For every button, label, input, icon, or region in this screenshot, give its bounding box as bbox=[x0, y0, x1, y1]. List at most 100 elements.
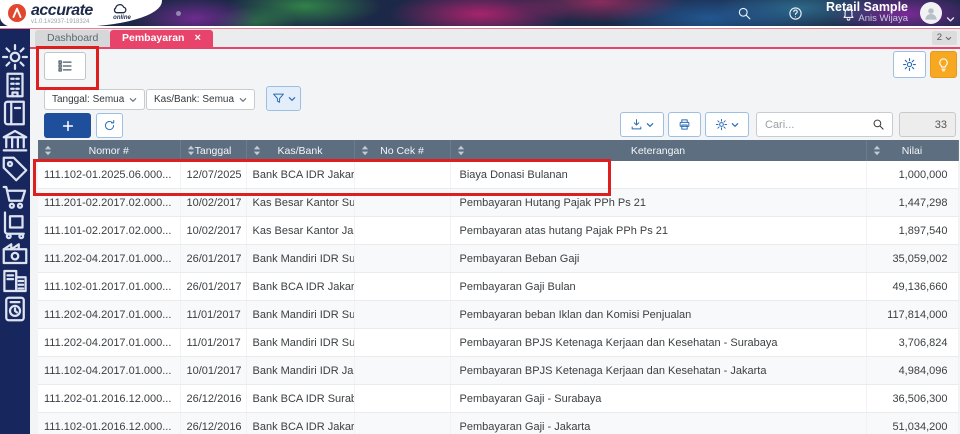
cell-keterangan: Pembayaran Gaji Bulan bbox=[450, 272, 867, 301]
cell-nomor: 111.102-01.2017.01.000... bbox=[38, 272, 181, 301]
sort-icon[interactable] bbox=[456, 145, 466, 156]
filter-chip-label: Kas/Bank: Semua bbox=[154, 94, 235, 105]
cell-no-cek bbox=[354, 412, 451, 434]
cell-nomor: 111.102-04.2017.01.000... bbox=[38, 356, 181, 385]
table-row[interactable]: 111.202-04.2017.01.000... 26/01/2017 Bank … bbox=[38, 244, 959, 273]
column-label: No Cek # bbox=[380, 144, 424, 157]
tips-button[interactable] bbox=[930, 51, 957, 78]
manufacture-factory-icon bbox=[0, 238, 30, 268]
search-icon[interactable] bbox=[737, 6, 752, 21]
column-header-no-cek[interactable]: No Cek # bbox=[354, 140, 451, 161]
cell-nomor: 111.202-01.2016.12.000... bbox=[38, 384, 181, 413]
sidebar-item-cash-bank[interactable] bbox=[0, 127, 30, 155]
sidebar-item-sales-cart[interactable] bbox=[0, 183, 30, 211]
settings-gear-icon bbox=[0, 42, 30, 72]
tab-close-icon[interactable]: × bbox=[194, 32, 200, 44]
cell-keterangan: Pembayaran BPJS Ketenaga Kerjaan dan Kes… bbox=[450, 356, 867, 385]
cell-nomor: 111.202-04.2017.01.000... bbox=[38, 244, 181, 273]
table-body: 111.102-01.2025.06.000... 12/07/2025 Bank … bbox=[38, 161, 959, 434]
table-row[interactable]: 111.202-01.2016.12.000... 26/12/2016 Bank … bbox=[38, 384, 959, 413]
tab-pembayaran[interactable]: Pembayaran × bbox=[110, 30, 213, 47]
cell-kas-bank: Bank Mandiri IDR Surab... bbox=[246, 300, 355, 329]
download-icon bbox=[630, 118, 643, 131]
cell-kas-bank: Bank BCA IDR Surabaya... bbox=[246, 384, 355, 413]
sidebar-item-purchase-tag[interactable] bbox=[0, 155, 30, 183]
table-row[interactable]: 111.101-02.2017.02.000... 10/02/2017 Kas B… bbox=[38, 216, 959, 245]
lightbulb-icon bbox=[936, 57, 951, 72]
filter-chip-kas-bank[interactable]: Kas/Bank: Semua bbox=[146, 89, 256, 110]
search-input[interactable] bbox=[757, 118, 872, 131]
cell-keterangan: Pembayaran Gaji - Surabaya bbox=[450, 384, 867, 413]
avatar[interactable] bbox=[920, 2, 942, 24]
banner-dot-decoration bbox=[176, 11, 181, 16]
column-label: Keterangan bbox=[630, 144, 686, 157]
sort-icon[interactable] bbox=[186, 145, 196, 156]
table-row[interactable]: 111.202-04.2017.01.000... 11/01/2017 Bank … bbox=[38, 300, 959, 329]
sort-icon[interactable] bbox=[252, 145, 262, 156]
journal-book-icon bbox=[0, 98, 30, 128]
table-settings-button[interactable] bbox=[705, 112, 749, 137]
tab-overflow-counter[interactable]: 2 bbox=[931, 31, 957, 45]
sidebar-item-ledger-calculator[interactable] bbox=[0, 267, 30, 295]
table-row[interactable]: 111.102-01.2017.01.000... 26/01/2017 Bank … bbox=[38, 272, 959, 301]
sort-icon[interactable] bbox=[872, 145, 882, 156]
filter-button[interactable] bbox=[266, 86, 301, 111]
cell-kas-bank: Bank BCA IDR Jakarta (0... bbox=[246, 412, 355, 434]
sort-icon[interactable] bbox=[360, 145, 370, 156]
payments-table: Nomor # Tanggal Kas/Bank No Cek # Keterangan… bbox=[38, 140, 959, 434]
cell-kas-bank: Kas Besar Kantor Jakarta bbox=[246, 216, 355, 245]
ledger-calculator-icon bbox=[0, 266, 30, 296]
sidebar-item-company-building[interactable] bbox=[0, 71, 30, 99]
tab-dashboard[interactable]: Dashboard bbox=[35, 30, 111, 47]
column-header-kas-bank[interactable]: Kas/Bank bbox=[246, 140, 355, 161]
column-header-nilai[interactable]: Nilai bbox=[866, 140, 959, 161]
cell-no-cek bbox=[354, 328, 451, 357]
cell-nilai: 35,059,002 bbox=[866, 244, 959, 273]
tax-document-icon bbox=[0, 294, 30, 324]
table-row[interactable]: 111.102-01.2016.12.000... 26/12/2016 Bank … bbox=[38, 412, 959, 434]
help-icon[interactable] bbox=[788, 6, 803, 21]
export-button[interactable] bbox=[620, 112, 664, 137]
cell-keterangan: Pembayaran Beban Gaji bbox=[450, 244, 867, 273]
account-chevron-down-icon[interactable] bbox=[946, 10, 955, 22]
table-row[interactable]: 111.202-04.2017.01.000... 11/01/2017 Bank … bbox=[38, 328, 959, 357]
sidebar-item-tax-document[interactable] bbox=[0, 295, 30, 323]
sidebar bbox=[0, 29, 30, 434]
sort-icon[interactable] bbox=[43, 145, 53, 156]
cell-tanggal: 26/12/2016 bbox=[180, 412, 247, 434]
column-header-keterangan[interactable]: Keterangan bbox=[450, 140, 867, 161]
cell-nomor: 111.101-02.2017.02.000... bbox=[38, 216, 181, 245]
accurate-logo-icon bbox=[8, 4, 26, 22]
chevron-down-icon bbox=[288, 96, 296, 102]
column-label: Kas/Bank bbox=[277, 144, 323, 157]
sidebar-item-settings-gear[interactable] bbox=[0, 43, 30, 71]
table-row[interactable]: 111.102-04.2017.01.000... 10/01/2017 Bank … bbox=[38, 356, 959, 385]
list-icon bbox=[57, 58, 73, 74]
cell-tanggal: 10/01/2017 bbox=[180, 356, 247, 385]
purchase-tag-icon bbox=[0, 154, 30, 184]
list-view-button[interactable] bbox=[44, 52, 86, 80]
add-payment-button[interactable] bbox=[44, 113, 91, 138]
column-header-nomor[interactable]: Nomor # bbox=[38, 140, 181, 161]
sidebar-item-journal-book[interactable] bbox=[0, 99, 30, 127]
tab-label: Pembayaran bbox=[122, 32, 185, 44]
sidebar-item-manufacture-factory[interactable] bbox=[0, 239, 30, 267]
settings-button[interactable] bbox=[893, 51, 926, 78]
cell-no-cek bbox=[354, 300, 451, 329]
cell-kas-bank: Bank Mandiri IDR Surab... bbox=[246, 244, 355, 273]
magnifier-icon[interactable] bbox=[872, 118, 885, 131]
column-header-tanggal[interactable]: Tanggal bbox=[180, 140, 247, 161]
filter-chip-tanggal[interactable]: Tanggal: Semua bbox=[44, 89, 146, 110]
cell-no-cek bbox=[354, 216, 451, 245]
cell-nilai: 1,000,000 bbox=[866, 161, 959, 189]
table-row[interactable]: 111.201-02.2017.02.000... 10/02/2017 Kas B… bbox=[38, 188, 959, 217]
refresh-button[interactable] bbox=[96, 113, 123, 138]
table-row[interactable]: 111.102-01.2025.06.000... 12/07/2025 Bank … bbox=[38, 161, 959, 189]
cell-tanggal: 10/02/2017 bbox=[180, 188, 247, 217]
refresh-icon bbox=[103, 119, 116, 132]
cell-no-cek bbox=[354, 244, 451, 273]
sidebar-item-inventory-trolley[interactable] bbox=[0, 211, 30, 240]
chevron-down-icon bbox=[945, 36, 952, 41]
print-button[interactable] bbox=[668, 112, 701, 137]
cell-no-cek bbox=[354, 356, 451, 385]
